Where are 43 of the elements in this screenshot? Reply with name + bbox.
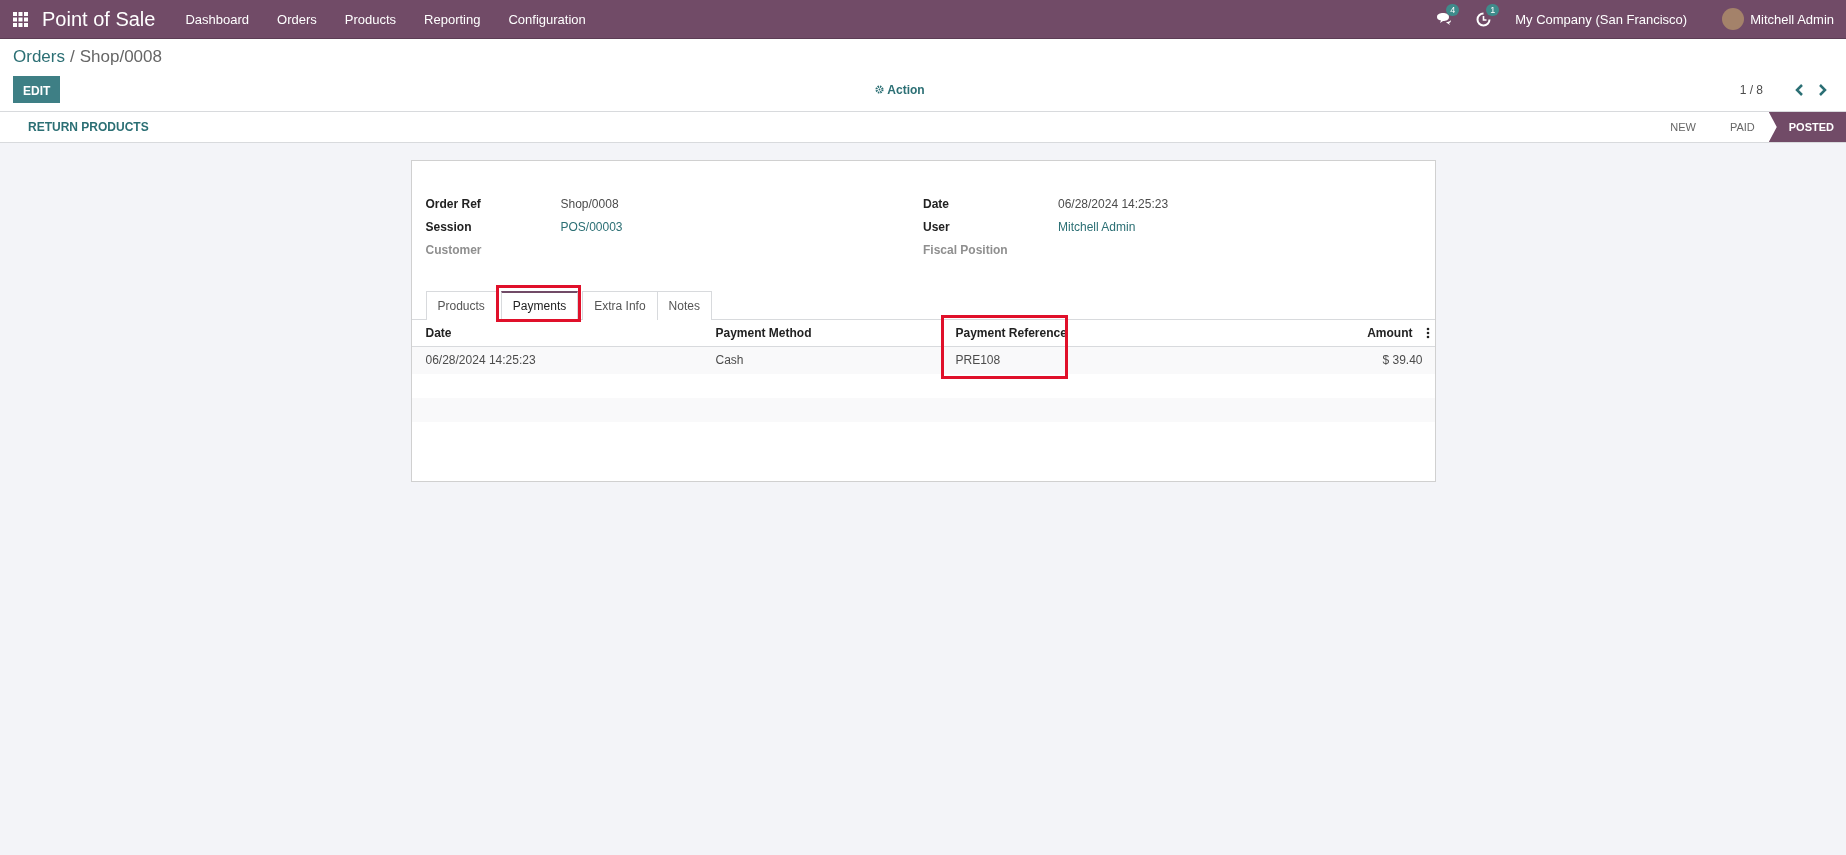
- field-label: User: [923, 220, 951, 234]
- tab[interactable]: Payments: [500, 291, 579, 320]
- tab[interactable]: Extra Info: [582, 291, 658, 320]
- app-grid-icon[interactable]: [13, 11, 28, 27]
- field-label: Customer: [425, 243, 483, 257]
- field-label: Order Ref: [425, 197, 482, 211]
- clock-icon[interactable]: [1476, 11, 1492, 27]
- table-cell: $ 39.40: [1321, 347, 1435, 374]
- field-link[interactable]: POS/00003: [560, 220, 895, 234]
- kebab-menu-icon[interactable]: [1425, 327, 1430, 339]
- company-switcher[interactable]: My Company (San Francisco): [1515, 11, 1688, 27]
- status-stage[interactable]: POSTED: [1768, 112, 1846, 142]
- breadcrumb-current: Shop/0008: [79, 47, 162, 67]
- return-products-button[interactable]: RETURN PRODUCTS: [22, 119, 155, 135]
- breadcrumb-link[interactable]: Orders: [13, 47, 65, 67]
- menu-item[interactable]: Orders: [263, 11, 331, 27]
- menu-item[interactable]: Reporting: [410, 11, 495, 27]
- tab[interactable]: Notes: [656, 291, 712, 320]
- gear-icon: [875, 85, 885, 94]
- action-button[interactable]: Action: [869, 81, 931, 98]
- tab[interactable]: Products: [425, 291, 497, 320]
- table-cell: 06/28/2024 14:25:23: [411, 347, 702, 374]
- message-count-badge: 4: [1446, 4, 1460, 16]
- pager-counter: 1 / 8: [1739, 82, 1763, 97]
- menu-item[interactable]: Configuration: [494, 11, 600, 27]
- user-menu[interactable]: Mitchell Admin: [1750, 11, 1834, 27]
- app-title[interactable]: Point of Sale: [42, 7, 156, 31]
- chat-bubbles-icon[interactable]: [1436, 12, 1453, 26]
- table-cell: Cash: [701, 347, 942, 374]
- field-label: Session: [425, 220, 473, 234]
- field-label: Fiscal Position: [923, 243, 1009, 257]
- next-icon[interactable]: [1817, 83, 1827, 96]
- edit-button[interactable]: EDIT: [13, 76, 61, 103]
- menu-item[interactable]: Products: [330, 11, 411, 27]
- table-cell: PRE108: [941, 347, 1322, 374]
- field-label: Date: [923, 197, 950, 211]
- menu-item[interactable]: Dashboard: [171, 11, 264, 27]
- activity-count-badge: 1: [1486, 3, 1500, 16]
- breadcrumb-separator: /: [69, 47, 75, 67]
- field-value: 06/28/2024 14:25:23: [1058, 197, 1170, 211]
- field-value: Shop/0008: [560, 197, 620, 211]
- field-link[interactable]: Mitchell Admin: [1058, 220, 1393, 234]
- previous-icon[interactable]: [1795, 83, 1805, 96]
